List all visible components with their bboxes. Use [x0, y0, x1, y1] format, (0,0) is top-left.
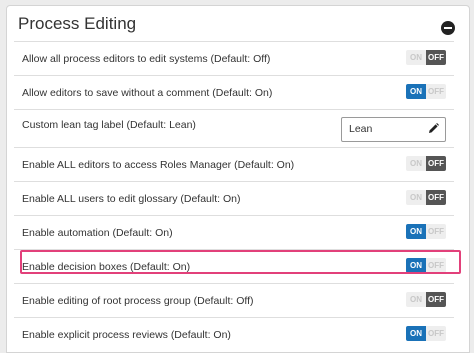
setting-label: Enable automation (Default: On) — [22, 227, 173, 239]
toggle-off-segment[interactable]: OFF — [426, 224, 446, 239]
setting-label: Enable explicit process reviews (Default… — [22, 329, 231, 341]
toggle-switch[interactable]: ON OFF — [406, 292, 446, 307]
setting-row-edit-glossary: Enable ALL users to edit glossary (Defau… — [14, 181, 454, 216]
setting-row-automation: Enable automation (Default: On) ON OFF — [14, 215, 454, 250]
toggle-on-segment[interactable]: ON — [406, 84, 426, 99]
toggle-off-segment[interactable]: OFF — [426, 156, 446, 171]
setting-row-roles-manager: Enable ALL editors to access Roles Manag… — [14, 147, 454, 182]
setting-row-process-reviews: Enable explicit process reviews (Default… — [14, 317, 454, 352]
toggle-switch[interactable]: ON OFF — [406, 326, 446, 341]
toggle-on-segment[interactable]: ON — [406, 224, 426, 239]
setting-label: Enable ALL editors to access Roles Manag… — [22, 159, 295, 171]
toggle-on-segment[interactable]: ON — [406, 50, 426, 65]
lean-tag-value: Lean — [349, 123, 373, 135]
toggle-off-segment[interactable]: OFF — [426, 190, 446, 205]
toggle-off-segment[interactable]: OFF — [426, 84, 446, 99]
toggle-switch[interactable]: ON OFF — [406, 156, 446, 171]
toggle-off-segment[interactable]: OFF — [426, 292, 446, 307]
toggle-switch[interactable]: ON OFF — [406, 190, 446, 205]
toggle-on-segment[interactable]: ON — [406, 326, 426, 341]
toggle-switch[interactable]: ON OFF — [406, 50, 446, 65]
minus-circle-icon[interactable] — [441, 21, 455, 35]
setting-row-save-without-comment: Allow editors to save without a comment … — [14, 75, 454, 110]
setting-row-lean-tag-label: Custom lean tag label (Default: Lean) Le… — [14, 109, 454, 148]
setting-label: Allow all process editors to edit system… — [22, 53, 271, 65]
toggle-switch[interactable]: ON OFF — [406, 224, 446, 239]
toggle-on-segment[interactable]: ON — [406, 292, 426, 307]
toggle-off-segment[interactable]: OFF — [426, 326, 446, 341]
setting-row-root-process-group: Enable editing of root process group (De… — [14, 283, 454, 318]
setting-label: Custom lean tag label (Default: Lean) — [22, 119, 196, 131]
panel-title: Process Editing — [18, 14, 137, 33]
setting-row-edit-systems: Allow all process editors to edit system… — [14, 41, 454, 76]
toggle-switch[interactable]: ON OFF — [406, 84, 446, 99]
toggle-on-segment[interactable]: ON — [406, 156, 426, 171]
setting-label: Enable ALL users to edit glossary (Defau… — [22, 193, 241, 205]
pencil-icon[interactable] — [426, 122, 440, 136]
toggle-on-segment[interactable]: ON — [406, 190, 426, 205]
setting-label: Enable editing of root process group (De… — [22, 295, 254, 307]
toggle-off-segment[interactable]: OFF — [426, 50, 446, 65]
highlight-box — [20, 250, 461, 274]
setting-label: Allow editors to save without a comment … — [22, 87, 273, 99]
lean-tag-input[interactable]: Lean — [341, 117, 446, 142]
